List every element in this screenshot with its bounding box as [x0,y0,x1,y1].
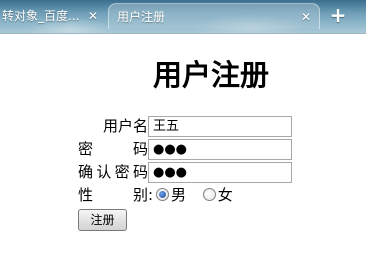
tab-user-register[interactable]: 用户注册 ✕ [108,3,320,29]
close-icon[interactable]: ✕ [299,4,313,30]
new-tab-button[interactable]: + [326,4,350,28]
radio-male-label[interactable]: 男 [171,186,186,204]
confirm-password-label: 确认密码 [78,163,148,181]
register-button[interactable]: 注册 [78,209,127,231]
radio-female[interactable] [202,188,216,201]
password-row: 密码 : ●●● [78,138,308,161]
register-form: 用户名 : 王五 密码 : ●●● 确认密码 : ●●● 性别 : 男 女 [78,115,308,207]
gender-options: 男 女 [156,184,245,207]
radio-female-label[interactable]: 女 [218,186,233,204]
tab-bar: 转对象_百度... ✕ 用户注册 ✕ + [0,0,366,33]
username-input[interactable]: 王五 [148,116,292,137]
tab-bar-divider [0,33,366,34]
tab-baidu[interactable]: 转对象_百度... ✕ [0,3,114,29]
gender-label: 性别 [78,186,148,204]
close-icon[interactable]: ✕ [86,3,100,29]
confirm-password-row: 确认密码 : ●●● [78,161,308,184]
page-title: 用户注册 [152,58,269,92]
tab-label: 用户注册 [117,10,166,24]
confirm-password-input[interactable]: ●●● [148,162,292,183]
username-row: 用户名 : 王五 [78,115,308,138]
password-label: 密码 [78,140,148,158]
username-label: 用户名 [102,117,148,135]
radio-male[interactable] [156,188,169,201]
tab-label: 转对象_百度... [2,9,80,23]
password-input[interactable]: ●●● [148,139,292,160]
gender-colon: : [148,186,154,204]
gender-row: 性别 : 男 女 [78,184,308,207]
